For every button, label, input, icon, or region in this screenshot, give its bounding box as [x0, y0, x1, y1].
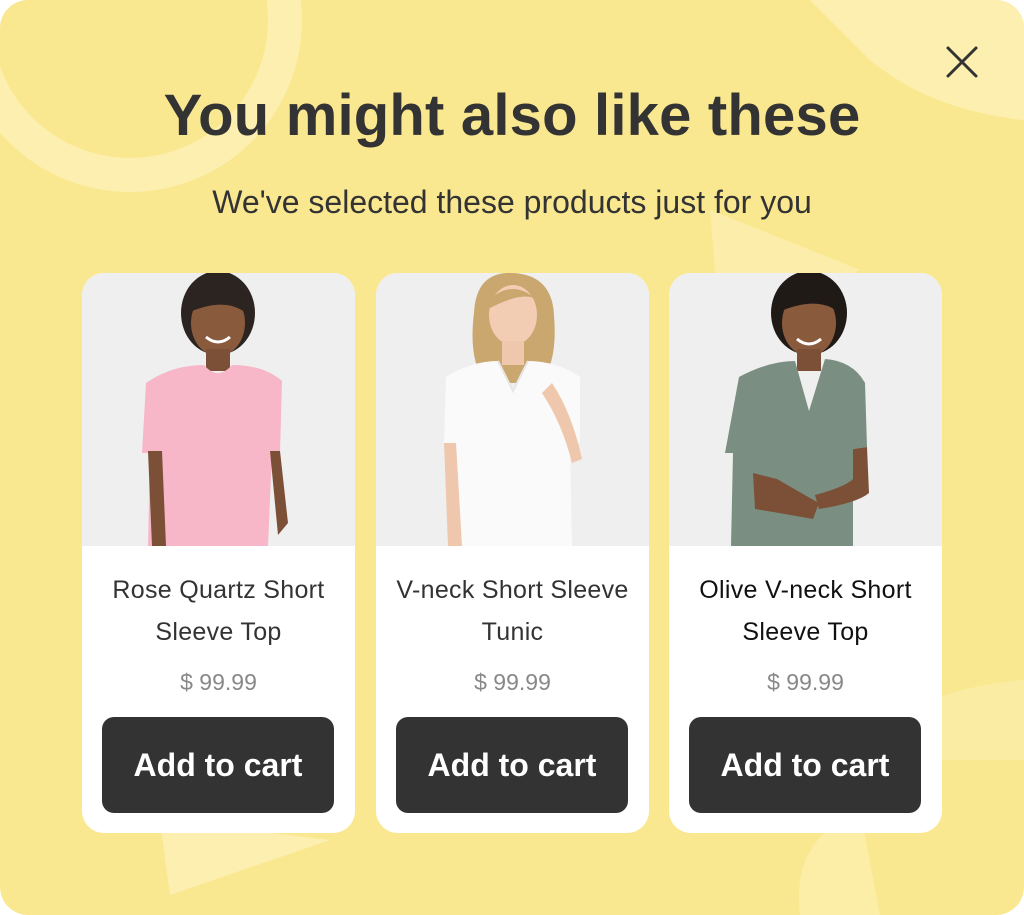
popup-title: You might also like these: [163, 83, 861, 148]
product-price: $ 99.99: [767, 669, 844, 695]
product-price: $ 99.99: [474, 669, 551, 695]
popup-subtitle: We've selected these products just for y…: [212, 184, 812, 220]
product-image[interactable]: [376, 273, 649, 546]
add-to-cart-button[interactable]: Add to cart: [396, 717, 628, 813]
product-card: V-neck Short Sleeve Tunic $ 99.99 Add to…: [376, 273, 649, 833]
product-card: Olive V-neck Short Sleeve Top $ 99.99 Ad…: [669, 273, 942, 833]
product-image[interactable]: [82, 273, 355, 546]
close-button[interactable]: [940, 40, 984, 84]
add-to-cart-button[interactable]: Add to cart: [689, 717, 921, 813]
add-to-cart-button[interactable]: Add to cart: [102, 717, 334, 813]
product-name[interactable]: Rose Quartz Short Sleeve Top: [92, 569, 345, 653]
product-photo: [376, 273, 649, 546]
product-photo: [82, 273, 355, 546]
close-icon: [946, 46, 978, 78]
product-name[interactable]: V-neck Short Sleeve Tunic: [386, 569, 639, 653]
recommendation-popup: You might also like these We've selected…: [0, 0, 1024, 915]
product-name[interactable]: Olive V-neck Short Sleeve Top: [679, 569, 932, 653]
product-card: Rose Quartz Short Sleeve Top $ 99.99 Add…: [82, 273, 355, 833]
product-price: $ 99.99: [180, 669, 257, 695]
product-image[interactable]: [669, 273, 942, 546]
product-photo: [669, 273, 942, 546]
